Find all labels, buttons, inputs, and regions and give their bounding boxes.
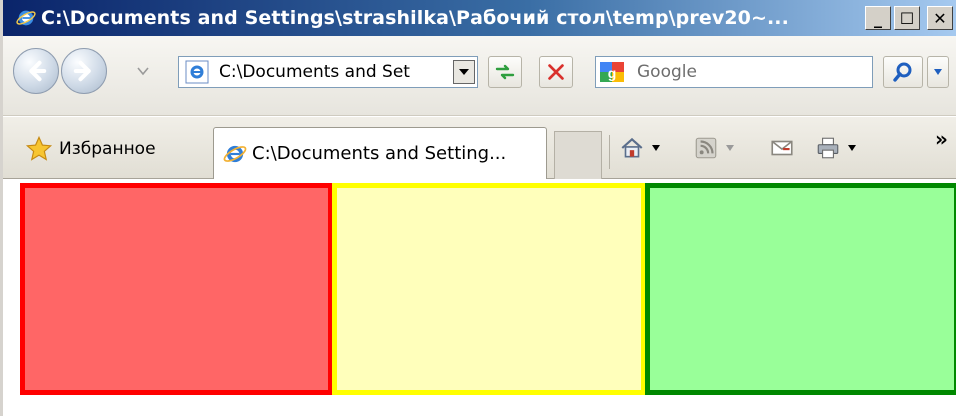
search-input[interactable]: Google xyxy=(637,62,697,82)
google-icon: g xyxy=(600,62,624,82)
favorites-label: Избранное xyxy=(59,139,156,159)
favorites-button[interactable]: Избранное xyxy=(25,135,156,163)
chevron-down-icon xyxy=(934,69,942,75)
refresh-button[interactable] xyxy=(488,56,522,88)
toolbar-separator xyxy=(609,135,610,169)
browser-window: C:\Documents and Settings\strashilka\Раб… xyxy=(0,0,956,416)
home-icon xyxy=(621,137,643,158)
favorites-bar: Избранное C:\Documents and Setting... » xyxy=(3,117,956,179)
address-dropdown-button[interactable] xyxy=(453,60,475,84)
page-content xyxy=(6,180,956,416)
chevron-down-icon[interactable] xyxy=(725,144,735,152)
feeds-button[interactable] xyxy=(693,135,735,161)
search-box[interactable]: g Google xyxy=(595,56,873,88)
tab-current-page[interactable]: C:\Documents and Setting... xyxy=(213,127,547,179)
minimize-button[interactable]: _ xyxy=(865,6,891,30)
forward-icon xyxy=(73,60,91,82)
address-bar[interactable]: C:\Documents and Set xyxy=(178,56,478,88)
new-tab-button[interactable] xyxy=(554,131,602,179)
chevron-down-icon[interactable] xyxy=(847,144,857,152)
tab-label: C:\Documents and Setting... xyxy=(252,143,507,164)
search-options-button[interactable] xyxy=(927,56,949,88)
read-mail-button[interactable] xyxy=(769,135,795,161)
refresh-icon xyxy=(495,64,515,80)
title-bar[interactable]: C:\Documents and Settings\strashilka\Раб… xyxy=(3,0,956,36)
window-controls: _ ☐ ✕ xyxy=(865,6,953,30)
search-icon xyxy=(893,62,912,82)
chevron-down-icon[interactable] xyxy=(651,144,661,152)
page-ie-icon xyxy=(185,60,209,84)
toolbar-overflow-button[interactable]: » xyxy=(935,127,948,151)
back-button[interactable] xyxy=(13,48,59,94)
printer-icon xyxy=(817,137,839,159)
history-dropdown-icon[interactable] xyxy=(137,66,149,76)
home-button[interactable] xyxy=(619,135,661,161)
stop-icon xyxy=(548,64,564,80)
navigation-bar: C:\Documents and Set g Google xyxy=(3,36,956,116)
star-icon xyxy=(25,135,53,161)
yellow-box xyxy=(332,183,646,395)
rss-icon xyxy=(695,137,717,159)
print-button[interactable] xyxy=(815,135,857,161)
maximize-button[interactable]: ☐ xyxy=(894,6,920,30)
ie-icon xyxy=(223,145,247,162)
search-button[interactable] xyxy=(883,56,923,88)
red-box xyxy=(20,183,333,395)
chevron-down-icon xyxy=(459,69,469,75)
mail-icon xyxy=(771,140,793,156)
forward-button[interactable] xyxy=(61,48,107,94)
stop-button[interactable] xyxy=(539,56,573,88)
green-box xyxy=(645,183,956,395)
window-title: C:\Documents and Settings\strashilka\Раб… xyxy=(41,7,789,29)
address-input[interactable]: C:\Documents and Set xyxy=(219,62,439,82)
close-button[interactable]: ✕ xyxy=(927,6,953,30)
svg-text:g: g xyxy=(608,65,617,81)
ie-icon xyxy=(16,10,36,26)
back-icon xyxy=(29,60,47,82)
